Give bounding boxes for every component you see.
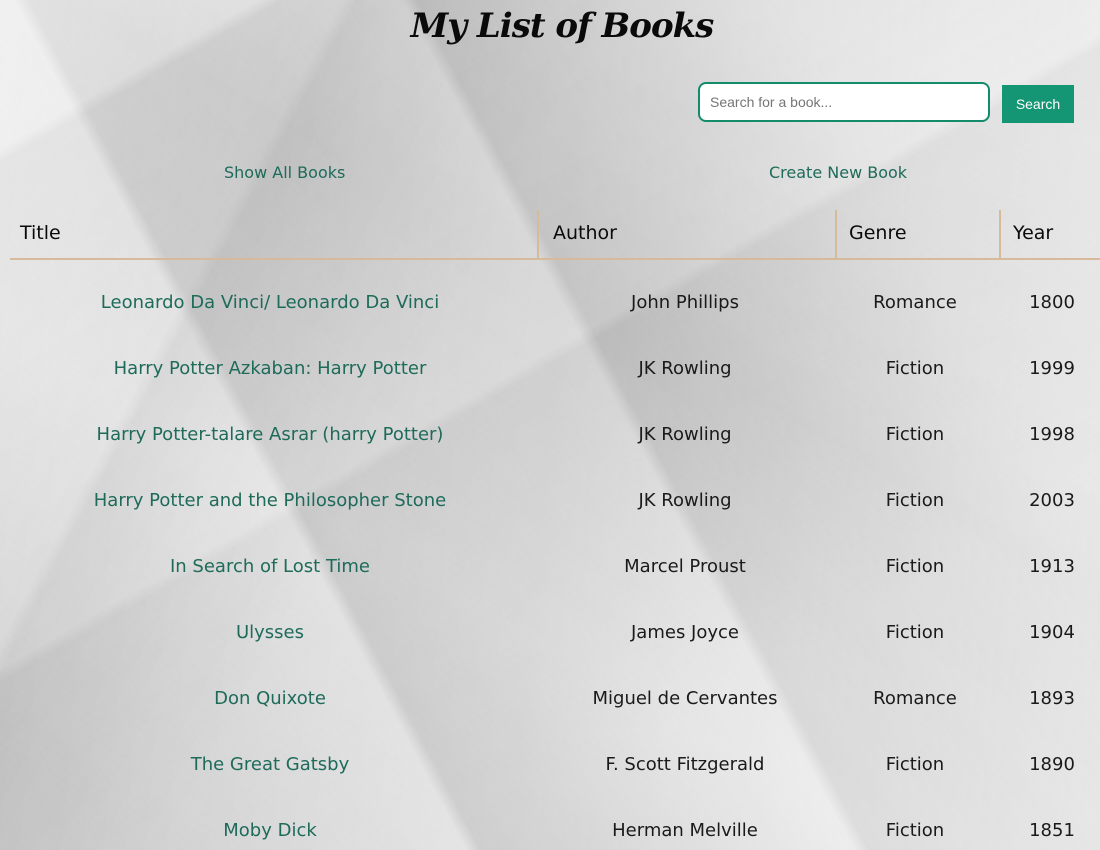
book-author: F. Scott Fitzgerald xyxy=(605,754,765,775)
book-genre: Fiction xyxy=(885,490,945,511)
table-row: Harry Potter Azkaban: Harry Potter JK Ro… xyxy=(10,326,1100,392)
book-author: John Phillips xyxy=(631,292,739,313)
book-year: 1998 xyxy=(1029,424,1075,445)
table-row: In Search of Lost Time Marcel Proust Fic… xyxy=(10,524,1100,590)
table-body: Leonardo Da Vinci/ Leonardo Da Vinci Joh… xyxy=(10,260,1100,850)
search-button[interactable]: Search xyxy=(1002,85,1074,123)
book-author: JK Rowling xyxy=(638,490,732,511)
table-row: Leonardo Da Vinci/ Leonardo Da Vinci Joh… xyxy=(10,260,1100,326)
book-year: 1999 xyxy=(1029,358,1075,379)
book-genre: Fiction xyxy=(885,358,945,379)
book-title-link[interactable]: Moby Dick xyxy=(223,820,317,841)
book-year: 1893 xyxy=(1029,688,1075,709)
table-row: Ulysses James Joyce Fiction 1904 xyxy=(10,590,1100,656)
book-year: 1913 xyxy=(1029,556,1075,577)
book-year: 1851 xyxy=(1029,820,1075,841)
book-author: James Joyce xyxy=(631,622,739,643)
book-genre: Fiction xyxy=(885,424,945,445)
book-title-link[interactable]: Harry Potter-talare Asrar (harry Potter) xyxy=(97,424,444,445)
book-author: JK Rowling xyxy=(638,358,732,379)
search-input[interactable] xyxy=(698,82,990,122)
book-title-link[interactable]: Don Quixote xyxy=(214,688,326,709)
book-title-link[interactable]: The Great Gatsby xyxy=(191,754,350,775)
column-header-title: Title xyxy=(10,210,539,258)
book-genre: Fiction xyxy=(885,556,945,577)
book-title-link[interactable]: Harry Potter and the Philosopher Stone xyxy=(94,490,447,511)
table-row: Don Quixote Miguel de Cervantes Romance … xyxy=(10,656,1100,722)
table-row: Moby Dick Herman Melville Fiction 1851 xyxy=(10,788,1100,850)
book-author: JK Rowling xyxy=(638,424,732,445)
book-title-link[interactable]: Ulysses xyxy=(236,622,304,643)
book-genre: Romance xyxy=(873,292,957,313)
column-header-genre: Genre xyxy=(839,210,1001,258)
table-header: Title Author Genre Year xyxy=(10,210,1100,260)
table-row: The Great Gatsby F. Scott Fitzgerald Fic… xyxy=(10,722,1100,788)
book-genre: Fiction xyxy=(885,820,945,841)
book-author: Herman Melville xyxy=(612,820,758,841)
book-genre: Romance xyxy=(873,688,957,709)
book-author: Marcel Proust xyxy=(624,556,746,577)
table-row: Harry Potter and the Philosopher Stone J… xyxy=(10,458,1100,524)
book-title-link[interactable]: Harry Potter Azkaban: Harry Potter xyxy=(114,358,427,379)
books-table: Title Author Genre Year Leonardo Da Vinc… xyxy=(10,210,1100,850)
table-row: Harry Potter-talare Asrar (harry Potter)… xyxy=(10,392,1100,458)
book-year: 1890 xyxy=(1029,754,1075,775)
book-genre: Fiction xyxy=(885,754,945,775)
page-title: My List of Books xyxy=(410,6,715,46)
create-new-book-link[interactable]: Create New Book xyxy=(769,163,907,182)
book-year: 1800 xyxy=(1029,292,1075,313)
book-author: Miguel de Cervantes xyxy=(592,688,778,709)
book-genre: Fiction xyxy=(885,622,945,643)
book-year: 1904 xyxy=(1029,622,1075,643)
book-title-link[interactable]: Leonardo Da Vinci/ Leonardo Da Vinci xyxy=(101,292,439,313)
column-header-year: Year xyxy=(1013,222,1054,244)
book-title-link[interactable]: In Search of Lost Time xyxy=(170,556,370,577)
column-header-author: Author xyxy=(542,210,837,258)
show-all-books-link[interactable]: Show All Books xyxy=(224,163,345,182)
book-year: 2003 xyxy=(1029,490,1075,511)
